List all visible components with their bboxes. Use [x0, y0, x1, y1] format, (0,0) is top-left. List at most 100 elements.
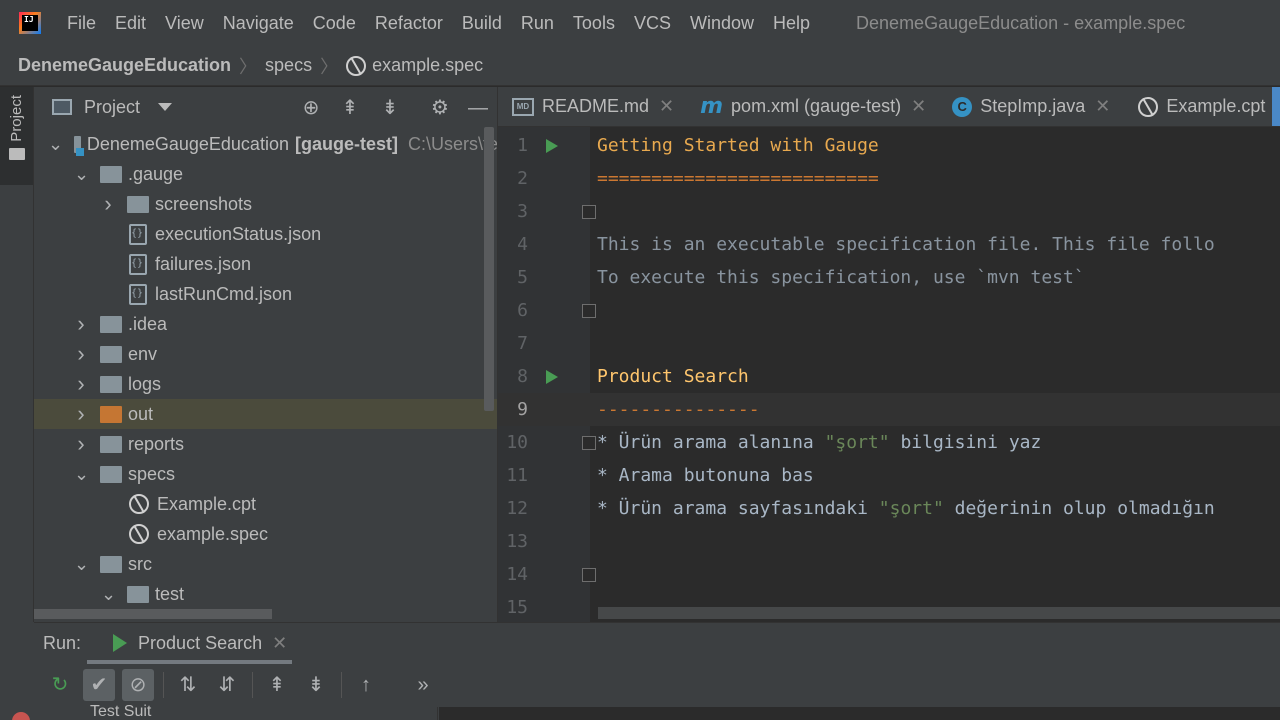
code-line[interactable]: 2 ==========================: [498, 162, 1280, 195]
menu-tools[interactable]: Tools: [573, 13, 615, 34]
chevron-right-icon[interactable]: ›: [74, 341, 88, 367]
tree-item[interactable]: ⌄ .gauge: [34, 159, 497, 189]
close-icon[interactable]: ✕: [272, 633, 287, 654]
more-icon[interactable]: »: [407, 669, 439, 701]
tab-readme[interactable]: MD README.md ✕: [498, 87, 686, 126]
fold-marker-icon[interactable]: [582, 567, 596, 582]
fold-marker-icon[interactable]: [582, 303, 596, 318]
code-line[interactable]: 9 ---------------: [498, 393, 1280, 426]
previous-failed-icon[interactable]: ↑: [350, 669, 382, 701]
tree-item-label: specs: [128, 463, 176, 484]
run-gutter-icon[interactable]: [546, 369, 558, 384]
tree-horizontal-scrollbar[interactable]: [34, 609, 272, 619]
tab-example-cpt[interactable]: Example.cpt ✕: [1122, 87, 1280, 126]
close-icon[interactable]: ✕: [1095, 96, 1110, 117]
run-gutter-icon[interactable]: [546, 138, 558, 153]
tree-item[interactable]: ›lastRunCmd.json: [34, 279, 497, 309]
tree-item[interactable]: ›executionStatus.json: [34, 219, 497, 249]
tree-item[interactable]: › out: [34, 399, 497, 429]
project-panel-title[interactable]: Project: [84, 97, 140, 118]
menu-edit[interactable]: Edit: [115, 13, 146, 34]
menu-file[interactable]: File: [67, 13, 96, 34]
tab-pom[interactable]: m pom.xml (gauge-test) ✕: [686, 87, 938, 126]
menu-run[interactable]: Run: [521, 13, 554, 34]
chevron-right-icon[interactable]: ›: [74, 431, 88, 457]
chevron-down-icon[interactable]: ⌄: [74, 555, 89, 573]
menu-build[interactable]: Build: [462, 13, 502, 34]
project-tool-tab[interactable]: Project: [0, 87, 33, 185]
tab-scroll-indicator[interactable]: [1272, 87, 1280, 126]
chevron-right-icon[interactable]: ›: [74, 401, 88, 427]
menu-view[interactable]: View: [165, 13, 204, 34]
menu-window[interactable]: Window: [690, 13, 754, 34]
dropdown-arrow-icon[interactable]: [158, 103, 173, 111]
code-line[interactable]: 7: [498, 327, 1280, 360]
chevron-right-icon[interactable]: ›: [101, 191, 115, 217]
code-text: Getting Started with Gauge: [597, 135, 879, 156]
editor-horizontal-scrollbar[interactable]: [598, 607, 1280, 619]
chevron-down-icon[interactable]: ⌄: [48, 135, 63, 153]
tree-item[interactable]: › logs: [34, 369, 497, 399]
chevron-down-icon[interactable]: ⌄: [74, 165, 89, 183]
show-ignored-icon[interactable]: ⊘: [122, 669, 154, 701]
close-icon[interactable]: ✕: [911, 96, 926, 117]
chevron-down-icon[interactable]: ⌄: [101, 585, 116, 603]
tree-item[interactable]: › env: [34, 339, 497, 369]
code-line[interactable]: 1 Getting Started with Gauge: [498, 129, 1280, 162]
tree-item[interactable]: › screenshots: [34, 189, 497, 219]
code-line[interactable]: 12 * Ürün arama sayfasındaki "şort" değer…: [498, 492, 1280, 525]
code-line[interactable]: 11 * Arama butonuna bas: [498, 459, 1280, 492]
chevron-right-icon[interactable]: ›: [74, 311, 88, 337]
code-line[interactable]: 6: [498, 294, 1280, 327]
code-line[interactable]: 8 Product Search: [498, 360, 1280, 393]
sort-alpha-icon[interactable]: ⇅: [172, 669, 204, 701]
close-icon[interactable]: ✕: [659, 96, 674, 117]
tree-item[interactable]: ⌄ DenemeGaugeEducation [gauge-test] C:\User…: [34, 129, 497, 159]
menu-refactor[interactable]: Refactor: [375, 13, 443, 34]
tree-item[interactable]: ⌄ src: [34, 549, 497, 579]
fold-marker-icon[interactable]: [582, 204, 596, 219]
code-editor[interactable]: 1 Getting Started with Gauge 2 ============…: [498, 127, 1280, 622]
minimize-icon[interactable]: —: [467, 97, 489, 119]
test-suite-label[interactable]: Test Suit: [90, 703, 151, 720]
gear-icon[interactable]: ⚙: [429, 97, 451, 119]
expand-all-icon[interactable]: ⇞: [261, 669, 293, 701]
editor-tabs: MD README.md ✕ m pom.xml (gauge-test) ✕ …: [498, 87, 1280, 127]
show-passed-icon[interactable]: ✔: [83, 669, 115, 701]
chevron-down-icon[interactable]: ⌄: [74, 465, 89, 483]
menu-vcs[interactable]: VCS: [634, 13, 671, 34]
tree-item[interactable]: ›Example.cpt: [34, 489, 497, 519]
breadcrumb-project[interactable]: DenemeGaugeEducation: [18, 55, 231, 76]
tree-item[interactable]: › .idea: [34, 309, 497, 339]
locate-icon[interactable]: ⊕: [300, 97, 322, 119]
run-tab-product-search[interactable]: Product Search ✕: [113, 633, 287, 654]
run-tabs: Run: Product Search ✕: [34, 623, 1280, 664]
code-line[interactable]: 3: [498, 195, 1280, 228]
sort-duration-icon[interactable]: ⇵: [211, 669, 243, 701]
chevron-right-icon[interactable]: ›: [74, 371, 88, 397]
rerun-icon[interactable]: ↻: [44, 669, 76, 701]
tree-item[interactable]: ⌄ specs: [34, 459, 497, 489]
code-line[interactable]: 5 To execute this specification, use `mvn…: [498, 261, 1280, 294]
fold-marker-icon[interactable]: [582, 435, 596, 450]
code-line[interactable]: 13: [498, 525, 1280, 558]
menu-code[interactable]: Code: [313, 13, 356, 34]
tree-vertical-scrollbar[interactable]: [484, 127, 494, 411]
tree-item[interactable]: ⌄ test: [34, 579, 497, 609]
code-line[interactable]: 14: [498, 558, 1280, 591]
tab-stepimp[interactable]: C StepImp.java ✕: [938, 87, 1122, 126]
tree-item[interactable]: ›example.spec: [34, 519, 497, 549]
menu-help[interactable]: Help: [773, 13, 810, 34]
tree-item[interactable]: ›failures.json: [34, 249, 497, 279]
breadcrumb: DenemeGaugeEducation 〉 specs 〉 example.s…: [0, 46, 1280, 86]
tree-item[interactable]: › reports: [34, 429, 497, 459]
breadcrumb-file[interactable]: example.spec: [372, 55, 483, 76]
collapse-all-icon[interactable]: ⇟: [300, 669, 332, 701]
collapse-all-icon[interactable]: ⇟: [379, 97, 401, 119]
intellij-logo-icon[interactable]: IJ: [19, 12, 41, 34]
breadcrumb-folder[interactable]: specs: [265, 55, 312, 76]
code-line[interactable]: 10 * Ürün arama alanına "şort" bilgisini …: [498, 426, 1280, 459]
menu-navigate[interactable]: Navigate: [223, 13, 294, 34]
code-line[interactable]: 4 This is an executable specification fil…: [498, 228, 1280, 261]
expand-all-icon[interactable]: ⇞: [339, 97, 361, 119]
